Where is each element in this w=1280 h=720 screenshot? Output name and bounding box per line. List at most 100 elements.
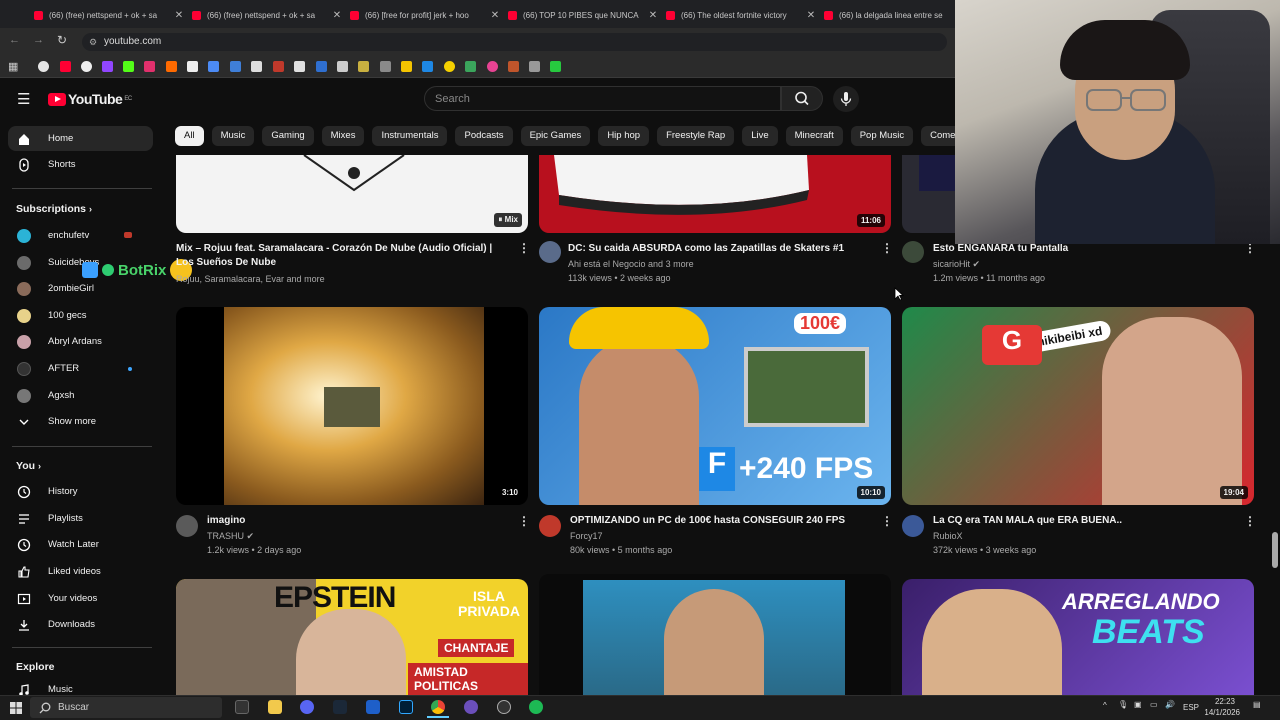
video-thumbnail[interactable]: 100€ F +240 FPS 10:10 [539,307,891,505]
close-tab-icon[interactable]: ✕ [488,10,502,21]
sidebar-item-downloads[interactable]: Downloads [8,612,153,637]
sidebar-item-subscription[interactable]: 100 gecs [8,303,153,328]
bookmark-icon[interactable] [230,61,241,72]
voice-search-button[interactable] [833,86,859,112]
photoshop-icon[interactable] [399,700,413,714]
chrome-icon[interactable] [431,700,445,714]
sidebar-item-playlists[interactable]: Playlists [8,506,153,531]
bookmark-icon[interactable] [444,61,455,72]
bookmark-icon[interactable] [294,61,305,72]
page-scrollbar-thumb[interactable] [1272,532,1278,568]
chip-instrumentals[interactable]: Instrumentals [372,126,448,146]
chip-all[interactable]: All [175,126,204,146]
close-tab-icon[interactable]: ✕ [172,10,186,21]
video-channel[interactable]: Forcy17 [570,529,603,543]
bookmark-icon[interactable] [144,61,155,72]
more-options-icon[interactable]: ⋮ [881,514,893,528]
video-title[interactable]: imagino [207,514,507,528]
video-title[interactable]: OPTIMIZANDO un PC de 100€ hasta CONSEGUI… [570,514,875,528]
bookmark-icon[interactable] [316,61,327,72]
video-thumbnail[interactable]: ARREGLANDO BEATS [902,579,1254,695]
video-thumbnail[interactable]: 11:06 [539,155,891,233]
apps-grid-icon[interactable]: ▦ [8,60,18,73]
back-icon[interactable]: ← [9,34,20,46]
sidebar-item-your-videos[interactable]: Your videos [8,586,153,611]
chip-live[interactable]: Live [742,126,778,146]
bookmark-icon[interactable] [60,61,71,72]
video-channel[interactable]: sicarioHit ✔ [933,257,980,271]
video-thumbnail[interactable] [902,155,955,233]
bookmark-icon[interactable] [337,61,348,72]
sidebar-item-liked-videos[interactable]: Liked videos [8,559,153,584]
tray-chevron-icon[interactable]: ^ [1103,701,1107,710]
chip-minecraft[interactable]: Minecraft [785,126,843,146]
search-button[interactable] [781,86,823,111]
chip-pop-music[interactable]: Pop Music [850,126,914,146]
sidebar-show-more[interactable]: Show more [8,409,153,434]
video-channel[interactable]: Ahi está el Negocio and 3 more [568,257,694,271]
channel-avatar[interactable] [539,515,561,537]
video-thumbnail[interactable]: EPSTEIN ISLA PRIVADA CHANTAJE AMISTAD PO… [176,579,528,695]
chip-podcasts[interactable]: Podcasts [455,126,513,146]
bookmark-icon[interactable] [38,61,49,72]
video-title[interactable]: La CQ era TAN MALA que ERA BUENA.. [933,514,1238,528]
taskbar-app-icon[interactable] [235,700,249,714]
video-thumbnail[interactable]: ⏸ Mix [176,155,528,233]
bookmark-icon[interactable] [358,61,369,72]
file-explorer-icon[interactable] [268,700,282,714]
reload-icon[interactable]: ↻ [57,33,67,47]
browser-tab[interactable]: (66) (free) nettspend + ok + sa ✕ [186,4,344,26]
video-thumbnail[interactable]: 3:10 [176,307,528,505]
bookmark-icon[interactable] [208,61,219,72]
close-tab-icon[interactable]: ✕ [804,10,818,21]
taskbar-search[interactable]: Buscar [30,697,222,718]
close-tab-icon[interactable]: ✕ [330,10,344,21]
sidebar-item-watch-later[interactable]: Watch Later [8,532,153,557]
chip-comedy[interactable]: Comedy [921,126,955,146]
windows-start-icon[interactable] [10,702,22,714]
spotify-icon[interactable] [529,700,543,714]
clock-time[interactable]: 22:23 [1205,697,1235,706]
chip-epic-games[interactable]: Epic Games [520,126,591,146]
bookmark-icon[interactable] [251,61,262,72]
video-channel[interactable]: Rojuu, Saramalacara, Evar and more [176,272,325,286]
youtube-logo[interactable]: YouTube EC [48,91,132,107]
more-options-icon[interactable]: ⋮ [518,241,530,255]
taskbar-app-icon[interactable] [464,700,478,714]
more-options-icon[interactable]: ⋮ [518,514,530,528]
chip-music[interactable]: Music [211,126,255,146]
chip-gaming[interactable]: Gaming [262,126,314,146]
video-title[interactable]: DC: Su caida ABSURDA como las Zapatillas… [568,242,873,256]
mic-tray-icon[interactable]: 🎙 [1118,700,1128,709]
chip-freestyle-rap[interactable]: Freestyle Rap [657,126,735,146]
bookmark-icon[interactable] [422,61,433,72]
bookmark-icon[interactable] [102,61,113,72]
chip-mixes[interactable]: Mixes [321,126,365,146]
subscriptions-heading[interactable]: Subscriptions › [16,203,92,215]
obs-icon[interactable] [497,700,511,714]
bookmark-icon[interactable] [81,61,92,72]
steam-icon[interactable] [333,700,347,714]
bookmark-icon[interactable] [401,61,412,72]
sidebar-item-subscription[interactable]: Abryl Ardans [8,329,153,354]
browser-tab[interactable]: (66) (free) nettspend + ok + sa ✕ [28,4,186,26]
language-indicator[interactable]: ESP [1183,703,1199,712]
bookmark-icon[interactable] [508,61,519,72]
more-options-icon[interactable]: ⋮ [1244,514,1256,528]
volume-icon[interactable]: 🔊 [1165,700,1175,709]
sidebar-item-subscription[interactable]: AFTER [8,356,153,381]
video-thumbnail[interactable]: chikibeibi xd G 19:04 [902,307,1254,505]
forward-icon[interactable]: → [33,34,44,46]
browser-tab[interactable]: (66) The oldest fortnite victory ✕ [660,4,818,26]
clock-date[interactable]: 14/1/2026 [1200,708,1240,717]
browser-tab[interactable]: (66) TOP 10 PIBES que NUNCA ✕ [502,4,660,26]
network-icon[interactable]: ▭ [1150,700,1158,709]
menu-hamburger-icon[interactable]: ☰ [17,90,30,108]
browser-tab[interactable]: (66) la delgada linea entre se [818,4,955,26]
sidebar-item-subscription[interactable]: Agxsh [8,383,153,408]
bookmark-icon[interactable] [187,61,198,72]
search-input[interactable]: Search [424,86,781,111]
bookmark-icon[interactable] [550,61,561,72]
sidebar-item-history[interactable]: History [8,479,153,504]
address-bar[interactable]: ⚙ youtube.com [82,33,947,51]
